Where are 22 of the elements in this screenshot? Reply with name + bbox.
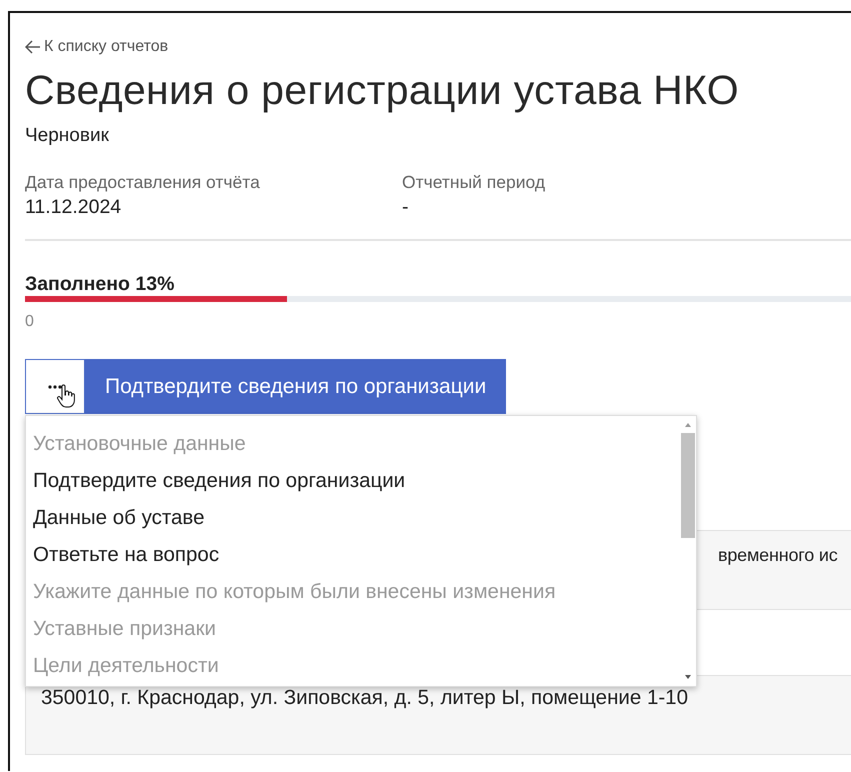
menu-item[interactable]: Ответьте на вопрос: [26, 536, 679, 573]
more-icon: [48, 384, 62, 388]
field-label: Дата предоставления отчёта: [25, 171, 261, 193]
page-title: Сведения о регистрации устава НКО: [25, 67, 740, 113]
question-text: временного ис: [718, 545, 838, 565]
status-text: Черновик: [25, 124, 110, 148]
hand-cursor-icon: [57, 384, 75, 408]
menu-item[interactable]: Данные об уставе: [26, 499, 679, 536]
field-value: 11.12.2024: [25, 195, 122, 219]
section-button[interactable]: Подтвердите сведения по организации: [85, 359, 506, 414]
more-button[interactable]: [25, 359, 85, 414]
field-label: Отчетный период: [402, 171, 546, 193]
scroll-up-icon[interactable]: [684, 421, 692, 429]
arrow-left-icon: [25, 40, 41, 54]
progress-label: Заполнено 13%: [25, 272, 176, 296]
scroll-down-icon[interactable]: [684, 673, 692, 681]
progress-caption: 0: [25, 312, 35, 332]
field-value: -: [402, 195, 410, 219]
back-link[interactable]: К списку отчетов: [25, 37, 168, 57]
menu-item[interactable]: Подтвердите сведения по организации: [26, 462, 679, 499]
scrollbar-thumb[interactable]: [680, 433, 694, 538]
address-text: 350010, г. Краснодар, ул. Зиповская, д. 5, литер Ы, помещение 1-10: [41, 686, 688, 709]
